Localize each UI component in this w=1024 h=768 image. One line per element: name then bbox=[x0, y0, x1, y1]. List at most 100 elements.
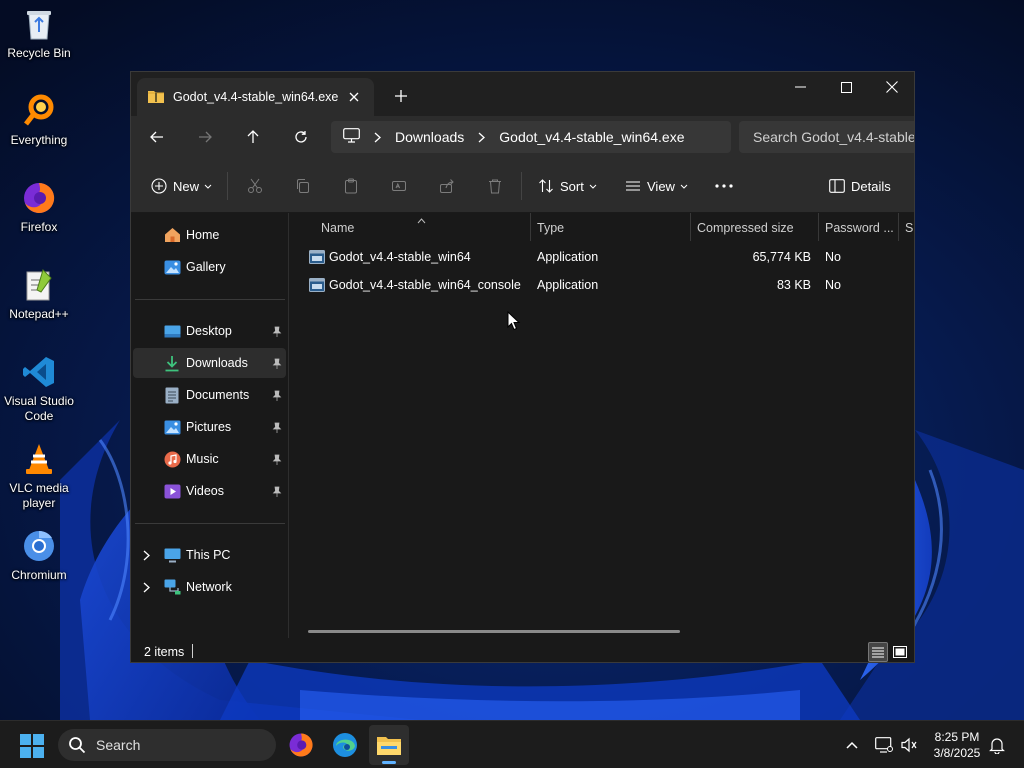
chevron-right-icon[interactable] bbox=[143, 581, 150, 596]
table-row[interactable]: Godot_v4.4-stable_win64_console Applicat… bbox=[290, 271, 914, 299]
nav-label: Network bbox=[186, 580, 232, 594]
firefox-icon bbox=[21, 180, 57, 216]
desktop-icon-chromium[interactable]: Chromium bbox=[2, 528, 76, 583]
address-row: Downloads Godot_v4.4-stable_win64.exe Se… bbox=[131, 116, 914, 158]
firefox-icon bbox=[289, 733, 313, 757]
desktop-icon-recycle-bin[interactable]: Recycle Bin bbox=[2, 6, 76, 61]
notifications-button[interactable] bbox=[985, 733, 1009, 757]
new-tab-button[interactable] bbox=[389, 84, 413, 108]
taskbar-app-file-explorer[interactable] bbox=[369, 725, 409, 765]
file-compressed-size: 65,774 KB bbox=[752, 250, 811, 264]
taskbar-app-edge[interactable] bbox=[325, 725, 365, 765]
maximize-button[interactable] bbox=[823, 72, 869, 102]
details-pane-button[interactable]: Details bbox=[829, 172, 891, 200]
sort-button[interactable]: Sort bbox=[538, 172, 597, 200]
network-status-button[interactable] bbox=[872, 733, 896, 757]
pin-icon bbox=[272, 453, 282, 468]
music-icon bbox=[163, 450, 181, 468]
recycle-bin-icon bbox=[21, 6, 57, 42]
horizontal-scrollbar[interactable] bbox=[308, 630, 680, 633]
nav-item-downloads[interactable]: Downloads bbox=[133, 348, 286, 378]
share-button[interactable] bbox=[439, 172, 455, 200]
videos-icon bbox=[163, 482, 181, 500]
nav-item-documents[interactable]: Documents bbox=[133, 380, 286, 410]
desktop-icon-vscode[interactable]: Visual Studio Code bbox=[2, 354, 76, 424]
title-bar[interactable]: Godot_v4.4-stable_win64.exe bbox=[131, 72, 914, 116]
back-button[interactable] bbox=[141, 123, 173, 151]
delete-button[interactable] bbox=[487, 172, 503, 200]
chevron-down-icon bbox=[204, 184, 212, 189]
cut-button[interactable] bbox=[247, 172, 263, 200]
application-icon bbox=[309, 278, 325, 295]
more-options-button[interactable] bbox=[715, 172, 733, 200]
toolbar-divider bbox=[521, 172, 522, 200]
system-clock[interactable]: 8:25 PM 3/8/2025 bbox=[922, 729, 992, 761]
desktop-icon-firefox[interactable]: Firefox bbox=[2, 180, 76, 235]
file-compressed-size: 83 KB bbox=[776, 278, 811, 292]
taskbar-search[interactable]: Search bbox=[58, 729, 276, 761]
nav-item-this-pc[interactable]: This PC bbox=[133, 540, 286, 570]
taskbar-app-firefox[interactable] bbox=[281, 725, 321, 765]
rename-button[interactable] bbox=[391, 172, 407, 200]
nav-item-home[interactable]: Home bbox=[133, 220, 286, 250]
volume-button[interactable] bbox=[897, 733, 921, 757]
pictures-icon bbox=[163, 418, 181, 436]
nav-item-music[interactable]: Music bbox=[133, 444, 286, 474]
desktop-icon-label: Recycle Bin bbox=[7, 46, 71, 60]
up-button[interactable] bbox=[237, 123, 269, 151]
column-divider[interactable] bbox=[690, 213, 691, 241]
nav-item-gallery[interactable]: Gallery bbox=[133, 252, 286, 282]
breadcrumb-current[interactable]: Godot_v4.4-stable_win64.exe bbox=[499, 129, 684, 145]
column-header-name[interactable]: Name bbox=[321, 213, 521, 243]
desktop-icon-everything[interactable]: Everything bbox=[2, 93, 76, 148]
desktop-icon-notepadpp[interactable]: Notepad++ bbox=[2, 267, 76, 322]
taskbar-search-label: Search bbox=[96, 737, 141, 753]
item-count: 2 items bbox=[144, 645, 185, 659]
status-divider bbox=[192, 644, 193, 658]
desktop-icon-vlc[interactable]: VLC media player bbox=[2, 441, 76, 511]
nav-item-videos[interactable]: Videos bbox=[133, 476, 286, 506]
tab-current[interactable]: Godot_v4.4-stable_win64.exe bbox=[137, 78, 374, 116]
column-divider[interactable] bbox=[530, 213, 531, 241]
column-header-password[interactable]: Password ... bbox=[825, 213, 897, 243]
desktop-folder-icon bbox=[163, 322, 181, 340]
new-button[interactable]: New bbox=[151, 172, 212, 200]
close-window-button[interactable] bbox=[869, 72, 914, 102]
column-divider[interactable] bbox=[898, 213, 899, 241]
forward-button[interactable] bbox=[189, 123, 221, 151]
network-monitor-icon bbox=[875, 737, 893, 753]
chevron-down-icon bbox=[680, 184, 688, 189]
view-button[interactable]: View bbox=[625, 172, 688, 200]
breadcrumb-downloads[interactable]: Downloads bbox=[395, 129, 464, 145]
paste-button[interactable] bbox=[343, 172, 359, 200]
copy-button[interactable] bbox=[295, 172, 311, 200]
mouse-cursor-icon bbox=[507, 311, 521, 331]
address-bar[interactable]: Downloads Godot_v4.4-stable_win64.exe bbox=[331, 121, 731, 153]
chevron-right-icon[interactable] bbox=[143, 549, 150, 564]
pin-icon bbox=[272, 485, 282, 500]
tiles-view-button[interactable] bbox=[890, 642, 910, 662]
column-header-compressed-size[interactable]: Compressed size bbox=[697, 213, 817, 243]
everything-search-icon bbox=[21, 93, 57, 129]
pin-icon bbox=[272, 421, 282, 436]
chevron-down-icon bbox=[589, 184, 597, 189]
network-icon bbox=[163, 578, 181, 596]
column-divider[interactable] bbox=[818, 213, 819, 241]
column-header-size[interactable]: Si bbox=[905, 213, 914, 243]
minimize-icon bbox=[794, 86, 806, 88]
nav-item-desktop[interactable]: Desktop bbox=[133, 316, 286, 346]
minimize-button[interactable] bbox=[777, 72, 823, 102]
refresh-button[interactable] bbox=[285, 123, 317, 151]
nav-item-pictures[interactable]: Pictures bbox=[133, 412, 286, 442]
column-header-type[interactable]: Type bbox=[537, 213, 687, 243]
details-view-button[interactable] bbox=[868, 642, 888, 662]
nav-item-network[interactable]: Network bbox=[133, 572, 286, 602]
content-area: Home Gallery Desktop Downloads Documents bbox=[131, 213, 914, 638]
table-row[interactable]: Godot_v4.4-stable_win64 Application 65,7… bbox=[290, 243, 914, 271]
show-hidden-icons-button[interactable] bbox=[840, 733, 864, 757]
close-tab-button[interactable] bbox=[344, 87, 364, 107]
start-button[interactable] bbox=[14, 730, 50, 762]
maximize-icon bbox=[840, 81, 852, 93]
share-icon bbox=[439, 178, 455, 194]
search-input[interactable]: Search Godot_v4.4-stable_win64.exe bbox=[739, 121, 914, 153]
